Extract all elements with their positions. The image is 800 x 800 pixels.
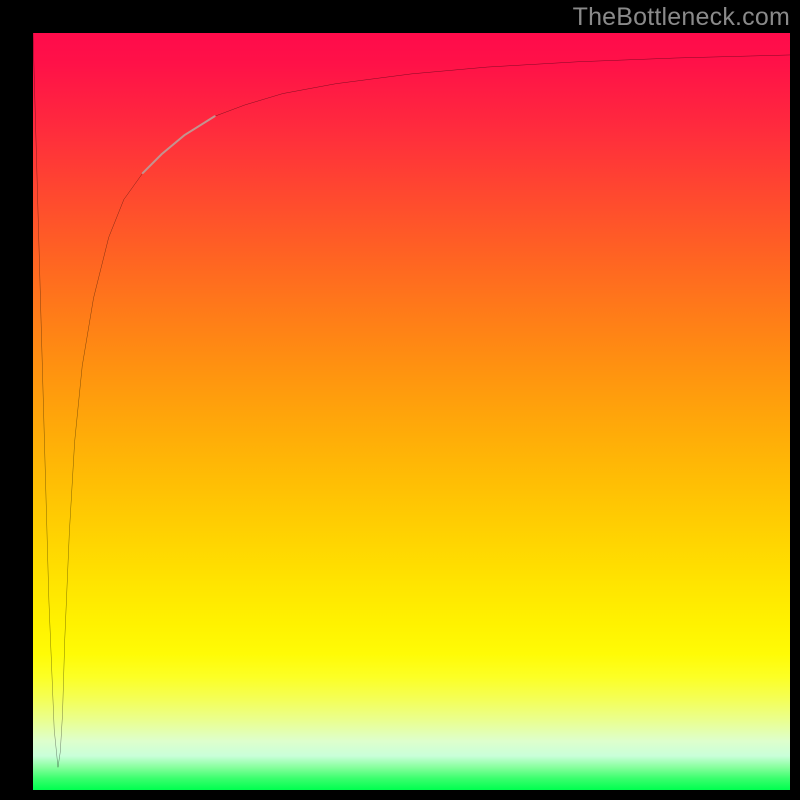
highlight-segment	[143, 116, 215, 173]
curve-layer	[33, 33, 790, 790]
plot-area	[33, 33, 790, 790]
bottleneck-curve	[33, 33, 790, 767]
watermark-text: TheBottleneck.com	[573, 3, 790, 32]
chart-frame: TheBottleneck.com	[0, 0, 800, 800]
